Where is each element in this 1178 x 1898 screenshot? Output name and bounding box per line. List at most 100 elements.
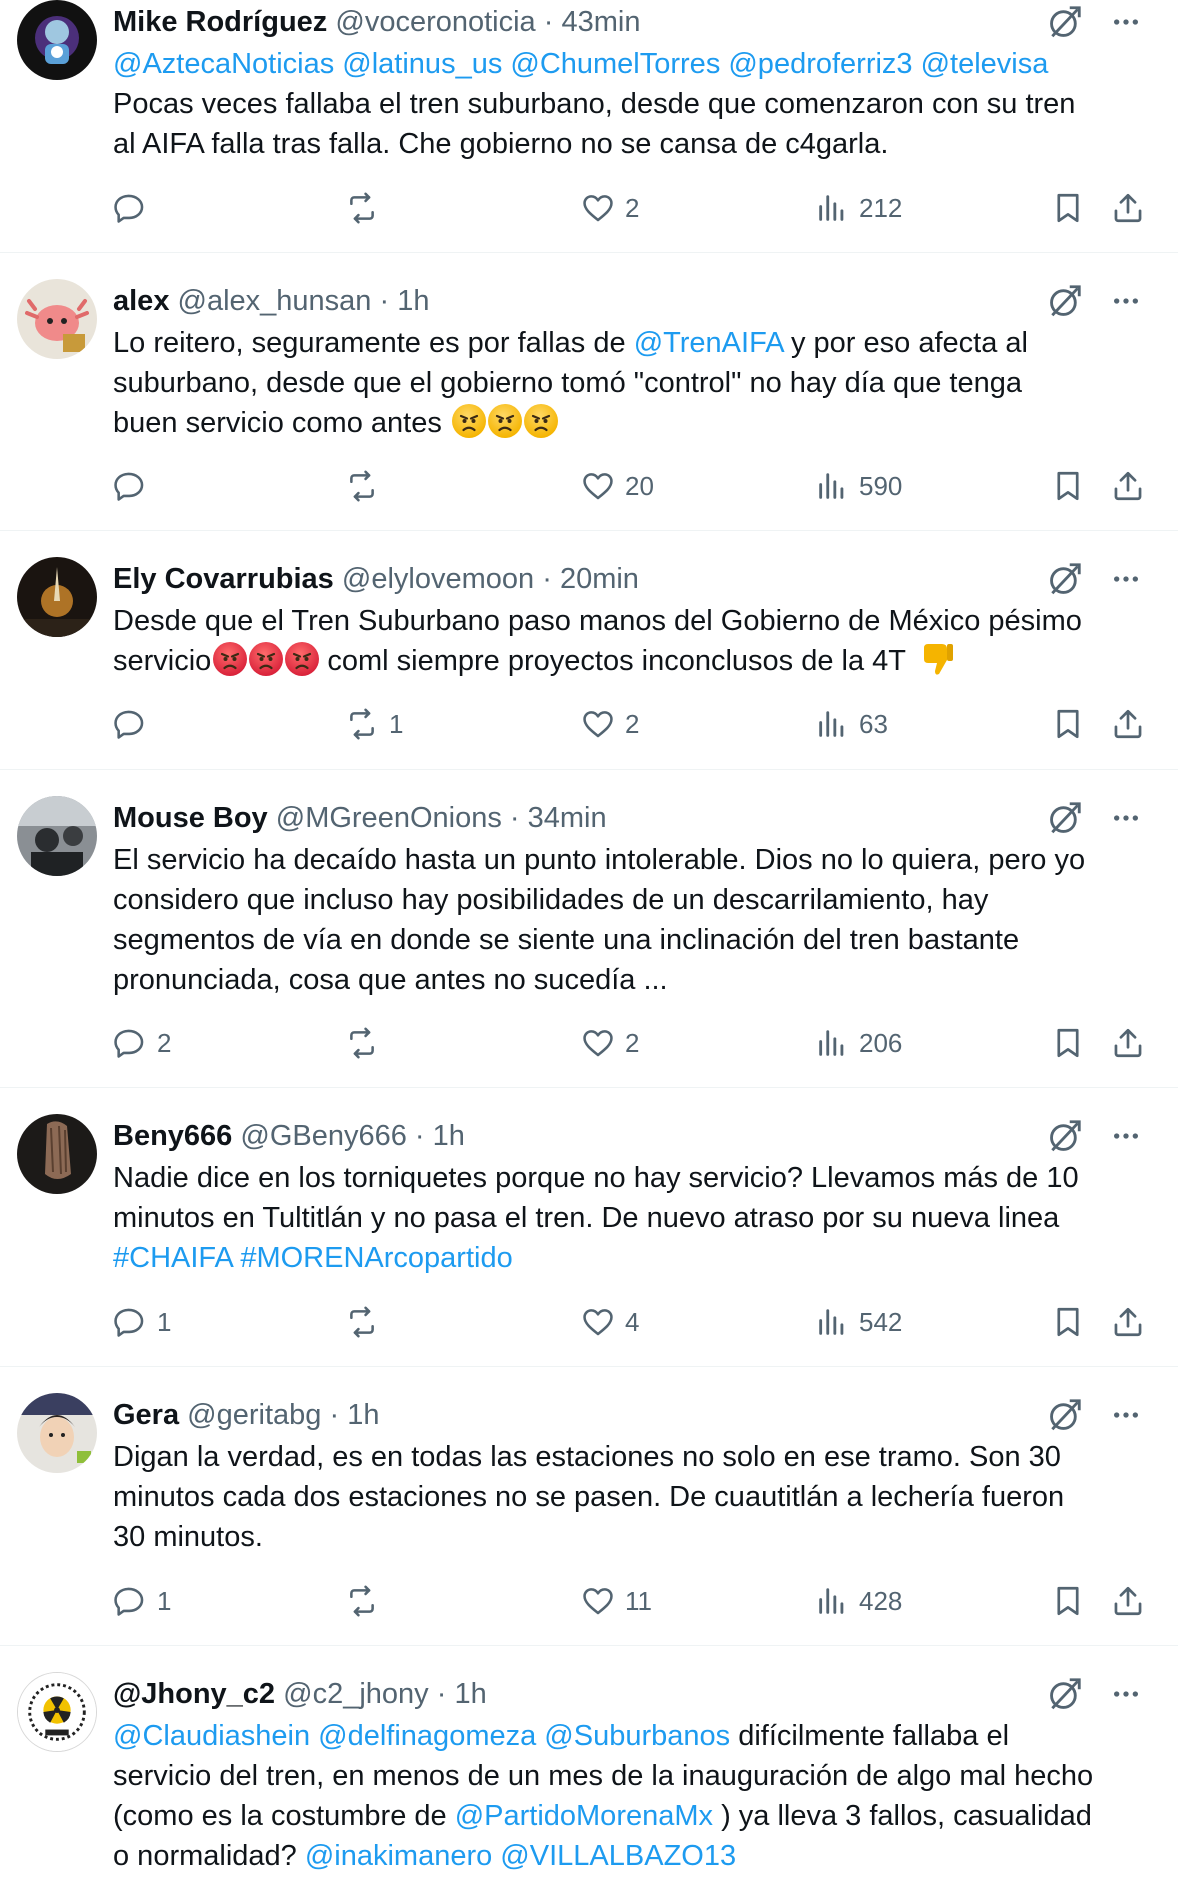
like-icon <box>581 1305 615 1339</box>
tweet[interactable]: Mike Rodríguez @voceronoticia · 43min @A… <box>0 0 1178 253</box>
more-icon[interactable] <box>1110 4 1142 40</box>
user-handle[interactable]: @c2_jhony <box>283 1678 429 1710</box>
more-icon[interactable] <box>1110 1676 1142 1712</box>
mention-links[interactable]: @Claudiashein @delfinagomeza @Suburbanos <box>113 1720 730 1752</box>
timestamp[interactable]: 1h <box>454 1678 486 1710</box>
view-count: 212 <box>859 192 903 223</box>
user-handle[interactable]: @elylovemoon <box>342 563 534 595</box>
share-button[interactable] <box>1111 464 1145 508</box>
user-handle[interactable]: @geritabg <box>187 1399 321 1431</box>
timestamp[interactable]: 34min <box>528 802 607 834</box>
views-button[interactable]: 590 <box>815 464 902 508</box>
tweet[interactable]: Beny666 @GBeny666 · 1h Nadie dice en los… <box>0 1088 1178 1367</box>
bookmark-button[interactable] <box>1051 1579 1085 1623</box>
grok-icon[interactable] <box>1046 1117 1084 1155</box>
display-name[interactable]: Mouse Boy <box>113 802 268 834</box>
mention-link[interactable]: @TrenAIFA <box>634 327 783 359</box>
like-count: 2 <box>625 192 640 223</box>
mention-links[interactable]: @inakimanero @VILLALBAZO13 <box>305 1840 736 1872</box>
user-handle[interactable]: @voceronoticia <box>335 6 535 38</box>
tweet[interactable]: Gera @geritabg · 1h Digan la verdad, es … <box>0 1367 1178 1646</box>
reply-button[interactable] <box>113 186 157 230</box>
more-icon[interactable] <box>1110 1397 1142 1433</box>
retweet-button[interactable] <box>345 1300 389 1344</box>
avatar[interactable] <box>17 0 97 80</box>
user-handle[interactable]: @alex_hunsan <box>178 285 372 317</box>
more-icon[interactable] <box>1110 561 1142 597</box>
avatar[interactable] <box>17 1114 97 1194</box>
grok-icon[interactable] <box>1046 3 1084 41</box>
timestamp[interactable]: 1h <box>433 1120 465 1152</box>
display-name[interactable]: Mike Rodríguez <box>113 6 327 38</box>
timestamp[interactable]: 1h <box>397 285 429 317</box>
like-button[interactable]: 2 <box>581 186 639 230</box>
tweet-header: Gera @geritabg · 1h <box>113 1393 1142 1437</box>
share-icon <box>1111 707 1145 741</box>
share-button[interactable] <box>1111 702 1145 746</box>
reply-button[interactable]: 1 <box>113 1300 171 1344</box>
grok-icon[interactable] <box>1046 799 1084 837</box>
retweet-button[interactable] <box>345 1021 389 1065</box>
retweet-button[interactable] <box>345 464 389 508</box>
timestamp[interactable]: 1h <box>347 1399 379 1431</box>
grok-icon[interactable] <box>1046 560 1084 598</box>
display-name[interactable]: Beny666 <box>113 1120 232 1152</box>
separator-dot: · <box>436 1678 447 1710</box>
tweet[interactable]: Ely Covarrubias @elylovemoon · 20min Des… <box>0 531 1178 770</box>
reply-button[interactable] <box>113 702 157 746</box>
bookmark-button[interactable] <box>1051 702 1085 746</box>
display-name[interactable]: Ely Covarrubias <box>113 563 334 595</box>
more-icon[interactable] <box>1110 283 1142 319</box>
avatar[interactable] <box>17 796 97 876</box>
share-button[interactable] <box>1111 186 1145 230</box>
views-button[interactable]: 428 <box>815 1579 902 1623</box>
mentions-line[interactable]: @AztecaNoticias @latinus_us @ChumelTorre… <box>113 44 1142 84</box>
share-button[interactable] <box>1111 1021 1145 1065</box>
reply-button[interactable] <box>113 464 157 508</box>
like-button[interactable]: 20 <box>581 464 654 508</box>
tweet[interactable]: Mouse Boy @MGreenOnions · 34min El servi… <box>0 770 1178 1088</box>
views-button[interactable]: 63 <box>815 702 888 746</box>
display-name[interactable]: Gera <box>113 1399 179 1431</box>
grok-icon[interactable] <box>1046 1396 1084 1434</box>
tweet[interactable]: @Jhony_c2 @c2_jhony · 1h @Claudiashein @… <box>0 1646 1178 1898</box>
display-name[interactable]: alex <box>113 285 169 317</box>
timestamp[interactable]: 20min <box>560 563 639 595</box>
avatar[interactable] <box>17 1393 97 1473</box>
user-handle[interactable]: @GBeny666 <box>240 1120 406 1152</box>
share-button[interactable] <box>1111 1579 1145 1623</box>
hashtags[interactable]: #CHAIFA #MORENArcopartido <box>113 1238 1142 1278</box>
user-handle[interactable]: @MGreenOnions <box>276 802 502 834</box>
tweet-text: @AztecaNoticias @latinus_us @ChumelTorre… <box>113 44 1142 164</box>
retweet-button[interactable] <box>345 1579 389 1623</box>
views-button[interactable]: 206 <box>815 1021 902 1065</box>
reply-button[interactable]: 1 <box>113 1579 171 1623</box>
grok-icon[interactable] <box>1046 1675 1084 1713</box>
display-name[interactable]: @Jhony_c2 <box>113 1678 275 1710</box>
avatar[interactable] <box>17 279 97 359</box>
like-button[interactable]: 2 <box>581 702 639 746</box>
retweet-button[interactable]: 1 <box>345 702 403 746</box>
reply-button[interactable]: 2 <box>113 1021 171 1065</box>
bookmark-button[interactable] <box>1051 464 1085 508</box>
tweet-text: Desde que el Tren Suburbano paso manos d… <box>113 601 1142 689</box>
views-button[interactable]: 212 <box>815 186 902 230</box>
mention-link[interactable]: @PartidoMorenaMx <box>455 1800 713 1832</box>
share-button[interactable] <box>1111 1300 1145 1344</box>
bookmark-button[interactable] <box>1051 1021 1085 1065</box>
like-button[interactable]: 4 <box>581 1300 639 1344</box>
avatar[interactable] <box>17 1672 97 1752</box>
more-icon[interactable] <box>1110 1118 1142 1154</box>
bookmark-button[interactable] <box>1051 186 1085 230</box>
retweet-button[interactable] <box>345 186 389 230</box>
grok-icon[interactable] <box>1046 282 1084 320</box>
like-button[interactable]: 11 <box>581 1579 652 1623</box>
timestamp[interactable]: 43min <box>561 6 640 38</box>
like-button[interactable]: 2 <box>581 1021 639 1065</box>
avatar[interactable] <box>17 557 97 637</box>
bookmark-button[interactable] <box>1051 1300 1085 1344</box>
more-icon[interactable] <box>1110 800 1142 836</box>
views-button[interactable]: 542 <box>815 1300 902 1344</box>
tweet[interactable]: alex @alex_hunsan · 1h Lo reitero, segur… <box>0 253 1178 531</box>
action-bar: 2 212 <box>113 186 1152 230</box>
